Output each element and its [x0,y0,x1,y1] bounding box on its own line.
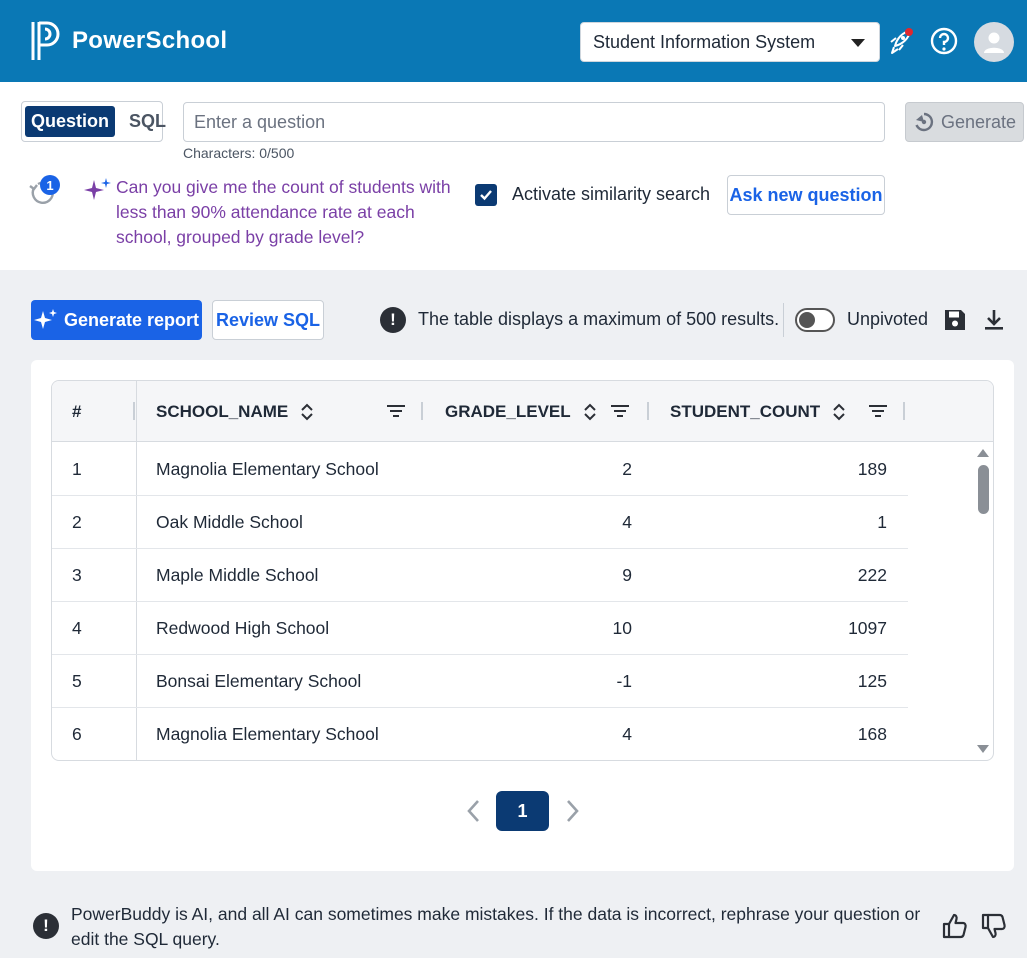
toggle-knob [799,312,815,328]
similarity-search-label[interactable]: Activate similarity search [512,184,710,205]
brand-name: PowerSchool [72,27,228,54]
column-header-label: # [72,401,82,421]
cell-school-name: Magnolia Elementary School [156,724,379,744]
table-header: # SCHOOL_NAME GRADE_LEVEL STUDENT_COUNT [52,381,993,442]
generate-icon [915,112,934,132]
app-header: PowerSchool Student Information System [0,0,1027,82]
character-count: Characters: 0/500 [183,145,295,161]
table-row[interactable]: 6 Magnolia Elementary School 4 168 [52,708,908,760]
similarity-search-checkbox[interactable] [475,184,497,206]
unpivoted-toggle[interactable] [795,308,835,332]
ask-new-question-button[interactable]: Ask new question [727,175,885,215]
sort-icon[interactable] [583,402,597,422]
review-sql-button[interactable]: Review SQL [212,300,324,340]
ai-disclaimer: PowerBuddy is AI, and all AI can sometim… [71,904,921,949]
column-divider [647,402,649,420]
cell-grade-level: 2 [622,459,632,479]
cell-index: 3 [72,565,82,585]
thumbs-down-icon[interactable] [980,912,1008,940]
scroll-up-arrow[interactable] [977,449,989,457]
app-switcher-value: Student Information System [593,31,816,52]
column-header-student-count[interactable]: STUDENT_COUNT [670,381,846,442]
cell-index: 1 [72,459,82,479]
column-header-grade-level[interactable]: GRADE_LEVEL [445,381,597,442]
app-switcher-select[interactable]: Student Information System [580,22,880,62]
scroll-down-arrow[interactable] [977,745,989,753]
cell-student-count: 125 [857,671,887,691]
powerschool-logo[interactable]: PowerSchool [30,20,227,62]
column-divider [421,402,423,420]
table-row[interactable]: 1 Magnolia Elementary School 2 189 [52,443,908,496]
filter-icon[interactable] [869,403,887,419]
column-header-index: # [72,381,81,442]
chevron-down-icon [851,39,865,47]
sparkle-icon [82,176,112,211]
suggested-question-link[interactable]: Can you give me the count of students wi… [116,175,466,250]
column-header-label: GRADE_LEVEL [445,401,571,421]
sort-icon[interactable] [300,402,314,422]
previous-page-icon[interactable] [464,798,484,824]
cell-grade-level: 4 [622,512,632,532]
history-count-badge: 1 [40,175,60,195]
table-body: 1 Magnolia Elementary School 2 189 2 Oak… [52,443,993,760]
unpivoted-label: Unpivoted [847,309,929,329]
question-history-button[interactable]: 1 [26,175,62,210]
generate-label: Generate [940,111,1017,132]
table-row[interactable]: 3 Maple Middle School 9 222 [52,549,908,602]
cell-grade-level: 10 [612,618,632,638]
save-icon[interactable] [943,308,967,332]
mode-toggle: Question SQL [21,101,166,142]
toolbar-divider [783,303,784,337]
check-icon [480,190,492,201]
page-button-current[interactable]: 1 [496,791,549,831]
max-results-notice: The table displays a maximum of 500 resu… [418,309,780,329]
column-divider [903,402,905,420]
mode-sql-button[interactable]: SQL [123,106,172,137]
cell-school-name: Magnolia Elementary School [156,459,379,479]
mode-question-button[interactable]: Question [25,106,116,137]
cell-school-name: Maple Middle School [156,565,319,585]
sort-icon[interactable] [832,402,846,422]
generate-report-button[interactable]: Generate report [31,300,202,340]
cell-grade-level: -1 [616,671,632,691]
warning-icon: ! [33,913,59,939]
thumbs-up-icon[interactable] [941,912,969,940]
launch-icon[interactable] [884,24,916,58]
scrollbar-thumb[interactable] [978,465,989,514]
table-row[interactable]: 4 Redwood High School 10 1097 [52,602,908,655]
cell-grade-level: 4 [622,724,632,744]
table-row[interactable]: 5 Bonsai Elementary School -1 125 [52,655,908,708]
cell-school-name: Redwood High School [156,618,330,638]
cell-index: 6 [72,724,82,744]
cell-student-count: 222 [857,565,887,585]
cell-student-count: 1 [877,512,887,532]
cell-student-count: 1097 [848,618,887,638]
results-table: # SCHOOL_NAME GRADE_LEVEL STUDENT_COUNT … [51,380,994,761]
filter-icon[interactable] [387,403,405,419]
cell-student-count: 189 [857,459,887,479]
generate-button[interactable]: Generate [905,102,1024,142]
cell-school-name: Bonsai Elementary School [156,671,362,691]
filter-icon[interactable] [611,403,629,419]
cell-index: 5 [72,671,82,691]
table-row[interactable]: 2 Oak Middle School 4 1 [52,496,908,549]
column-divider [133,402,135,420]
cell-student-count: 168 [857,724,887,744]
column-header-label: STUDENT_COUNT [670,401,821,421]
sparkle-icon [33,309,57,329]
column-header-school-name[interactable]: SCHOOL_NAME [156,381,314,442]
next-page-icon[interactable] [562,798,582,824]
download-icon[interactable] [982,308,1006,332]
help-icon[interactable] [928,24,960,58]
generate-report-label: Generate report [63,309,200,330]
cell-index: 2 [72,512,82,532]
question-input[interactable] [183,102,885,142]
cell-index: 4 [72,618,82,638]
cell-grade-level: 9 [622,565,632,585]
cell-school-name: Oak Middle School [156,512,303,532]
user-avatar-icon[interactable] [974,22,1014,62]
powerschool-logo-icon [31,21,60,60]
info-icon: ! [380,307,406,333]
column-header-label: SCHOOL_NAME [156,401,289,421]
